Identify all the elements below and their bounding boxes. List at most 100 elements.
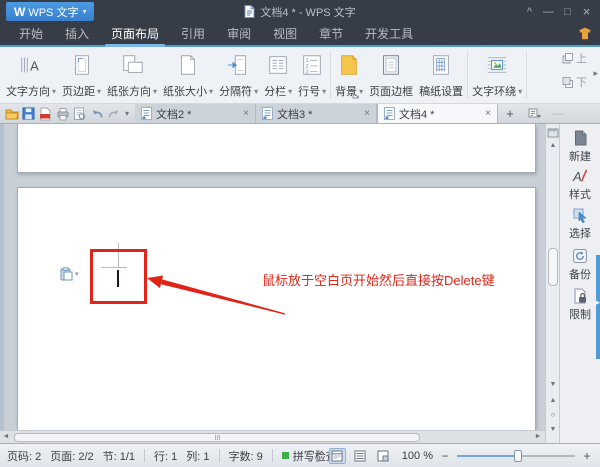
document-tab-doc4[interactable]: 文档4 * × [377,104,498,123]
columns-button[interactable]: 分栏▾ [261,49,295,101]
dropdown-arrow-icon: ▾ [209,87,213,96]
ribbon-page-layout: A 文字方向▾ 页边距▾ 纸张方向▾ 纸张大小▾ 分隔符▾ 分栏▾ 123 行号… [0,47,600,104]
maximize-button[interactable]: □ [558,6,577,18]
redo-icon[interactable] [105,105,122,123]
tab-page-layout[interactable]: 页面布局 [100,23,170,45]
tab-references[interactable]: 引用 [170,23,216,45]
button-label: 分栏 [264,83,286,99]
paste-options-button[interactable]: ▾ [60,267,79,281]
next-page-icon[interactable]: ▼ [546,425,559,435]
breaks-button[interactable]: 分隔符▾ [216,49,261,101]
select-browse-object-icon[interactable]: ○ [546,410,559,420]
open-icon[interactable] [3,105,20,123]
paper-size-button[interactable]: 纸张大小▾ [160,49,216,101]
panel-collapse-arrow-icon: ▶ [596,300,600,306]
page-borders-button[interactable]: 页面边框 [366,49,416,101]
annotation-highlight-box [90,249,147,304]
text-wrapping-button[interactable]: 文字环绕▾ [469,49,525,101]
manuscript-grid-button[interactable]: 稿纸设置 [416,49,466,101]
vertical-scrollbar[interactable]: ▲ ▼ ▲ ○ ▼ [545,124,559,443]
send-backward-button[interactable]: 下 [562,74,587,90]
tab-home[interactable]: 开始 [8,23,54,45]
previous-page-icon[interactable]: ▲ [546,396,559,406]
bring-forward-button[interactable]: 上 [562,50,587,66]
sidebar-item-new[interactable]: 新建 [560,130,600,164]
page-view-icon[interactable] [329,448,346,464]
close-tab-icon[interactable]: × [364,108,370,119]
manuscript-grid-icon [429,52,453,78]
page-setup-dialog-launcher-icon[interactable] [352,91,360,99]
save-icon[interactable] [20,105,37,123]
document-tab-doc2[interactable]: 文档2 * × [135,104,256,123]
page-1-bottom[interactable] [17,124,536,173]
button-label: 稿纸设置 [419,83,463,99]
web-view-icon[interactable] [375,448,392,464]
minimize-button[interactable]: — [539,6,558,18]
skin-theme-icon[interactable] [578,27,592,41]
scroll-up-icon[interactable]: ▲ [546,141,559,151]
margins-icon [70,52,94,78]
scroll-down-icon[interactable]: ▼ [546,380,559,390]
line-numbers-button[interactable]: 123 行号▾ [295,49,329,101]
quick-access-more-icon[interactable]: ▾ [122,109,132,118]
zoom-slider[interactable] [457,450,575,462]
svg-text:A: A [30,59,39,74]
paper-orientation-button[interactable]: 纸张方向▾ [104,49,160,101]
document-canvas[interactable]: ▾ 鼠标放于空白页开始然后直接按Delete键 ◄ ► ▲ ▼ ▲ ○ ▼ [0,124,559,443]
print-preview-icon[interactable] [71,105,88,123]
vertical-scroll-thumb[interactable] [548,248,558,286]
menu-bar: 开始 插入 页面布局 引用 审阅 视图 章节 开发工具 [0,23,600,45]
ruler-toggle-icon[interactable] [547,127,559,139]
tab-review[interactable]: 审阅 [216,23,262,45]
sidebar-item-restrict[interactable]: 限制 [560,288,600,322]
background-button[interactable]: 背景▾ [332,49,366,101]
document-tab-doc3[interactable]: 文档3 * × [256,104,377,123]
tab-dev-tools[interactable]: 开发工具 [354,23,424,45]
tab-list-icon[interactable] [522,104,546,123]
document-tab-icon [141,107,152,120]
dropdown-arrow-icon: ▾ [153,87,157,96]
horizontal-scrollbar[interactable]: ◄ ► [0,430,545,443]
page-2-blank[interactable] [17,187,536,430]
fullscreen-view-icon[interactable] [306,448,323,464]
zoom-out-button[interactable]: − [439,449,451,463]
new-document-tab-button[interactable]: + [498,104,522,123]
document-tab-label: 文档3 * [277,106,312,122]
sidebar-item-styles[interactable]: A 样式 [560,168,600,202]
status-word-count[interactable]: 字数: 9 [229,448,263,464]
undo-icon[interactable] [88,105,105,123]
ribbon-overflow-arrow-icon[interactable]: ▸ [593,68,598,79]
tab-view[interactable]: 视图 [262,23,308,45]
outline-view-icon[interactable] [352,448,369,464]
status-page-number: 页码: 2 [7,448,41,464]
close-tab-icon[interactable]: × [485,108,491,119]
text-direction-button[interactable]: A 文字方向▾ [3,49,59,101]
sidebar-item-label: 选择 [569,225,591,241]
close-button[interactable]: × [577,4,596,19]
button-label: 行号 [298,83,320,99]
sidebar-item-backup[interactable]: 备份 [560,248,600,282]
sidebar-item-label: 新建 [569,148,591,164]
sidebar-item-select[interactable]: 选择 [560,208,600,241]
text-wrapping-icon [485,52,509,78]
zoom-in-button[interactable]: + [581,449,593,463]
print-icon[interactable] [54,105,71,123]
text-direction-icon: A [19,52,43,78]
horizontal-scroll-thumb[interactable] [14,433,420,442]
scroll-right-icon[interactable]: ► [532,431,544,443]
export-pdf-icon[interactable] [37,105,54,123]
window-controls: ^ — □ × [520,0,596,23]
margins-button[interactable]: 页边距▾ [59,49,104,101]
spell-check-ok-icon [282,452,289,459]
dropdown-arrow-icon: ▾ [97,87,101,96]
close-tab-icon[interactable]: × [243,108,249,119]
chevron-down-icon: ▾ [75,270,79,278]
task-side-panel: 新建 A 样式 选择 备份 限制 ▶ [559,124,600,443]
sidebar-item-label: 限制 [569,306,591,322]
panel-collapse-strip[interactable] [596,255,600,359]
scroll-left-icon[interactable]: ◄ [0,431,12,443]
tab-section[interactable]: 章节 [308,23,354,45]
collapse-ribbon-button[interactable]: ^ [520,6,539,18]
zoom-slider-thumb[interactable] [514,450,522,462]
tab-insert[interactable]: 插入 [54,23,100,45]
